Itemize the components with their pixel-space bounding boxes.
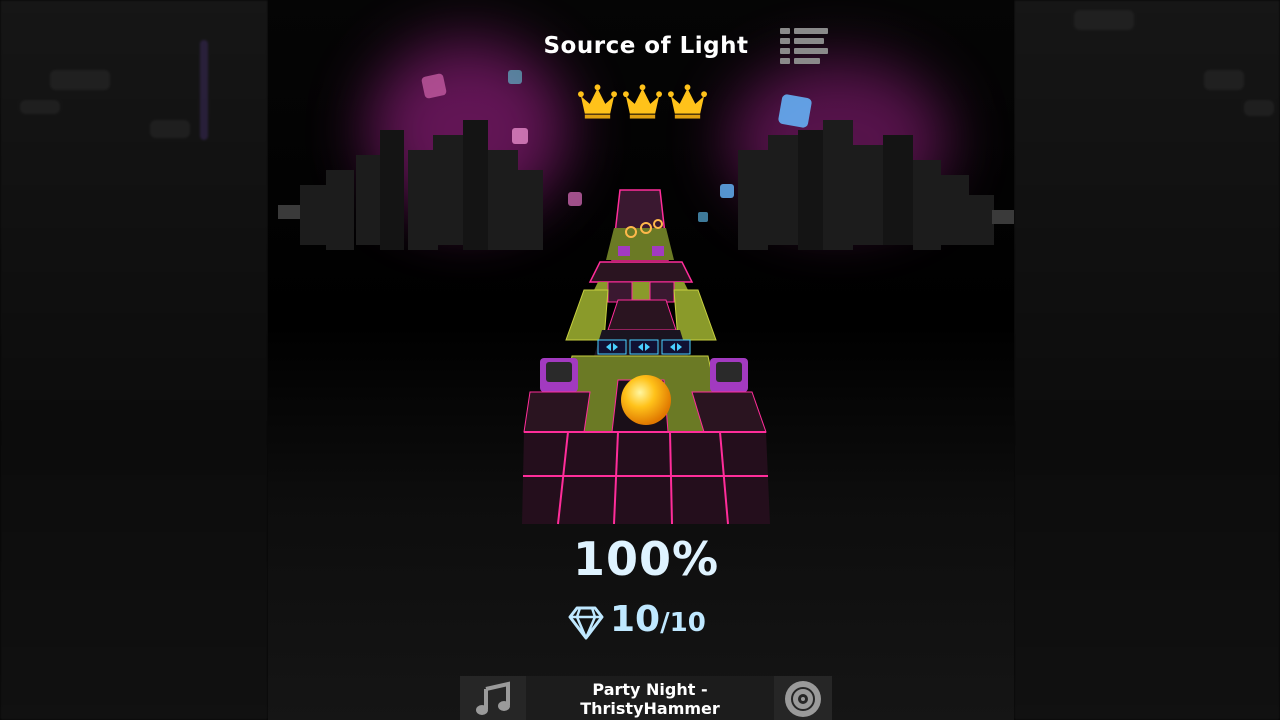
track-far [588, 189, 694, 283]
right-blurred-panel [1014, 0, 1280, 720]
game-stage[interactable]: Source of Light 100% 10 /10 Party Night … [268, 0, 1014, 720]
song-line-2: ThristyHammer [580, 699, 720, 718]
crown-icon [578, 84, 617, 119]
gem-counter: 10 /10 [568, 600, 706, 640]
player-ball [621, 375, 671, 425]
left-blurred-panel [0, 0, 268, 720]
song-title: Party Night - ThristyHammer [526, 680, 774, 718]
disc-button[interactable] [774, 676, 832, 720]
crown-icon [668, 84, 707, 119]
level-title: Source of Light [543, 33, 749, 59]
music-button[interactable] [460, 676, 526, 720]
track-near [522, 355, 770, 525]
music-note-icon [476, 681, 510, 715]
diamond-icon [568, 606, 604, 640]
crown-icon [623, 84, 662, 119]
song-line-1: Party Night - [592, 680, 708, 699]
gems-collected: 10 [610, 599, 661, 640]
crown-rating [578, 82, 707, 120]
menu-button[interactable] [780, 26, 828, 64]
vinyl-disc-icon [785, 681, 821, 717]
track-mid [565, 281, 717, 356]
completion-percent: 100% [572, 532, 720, 586]
music-bar: Party Night - ThristyHammer [460, 676, 832, 720]
gems-total: /10 [660, 608, 706, 638]
